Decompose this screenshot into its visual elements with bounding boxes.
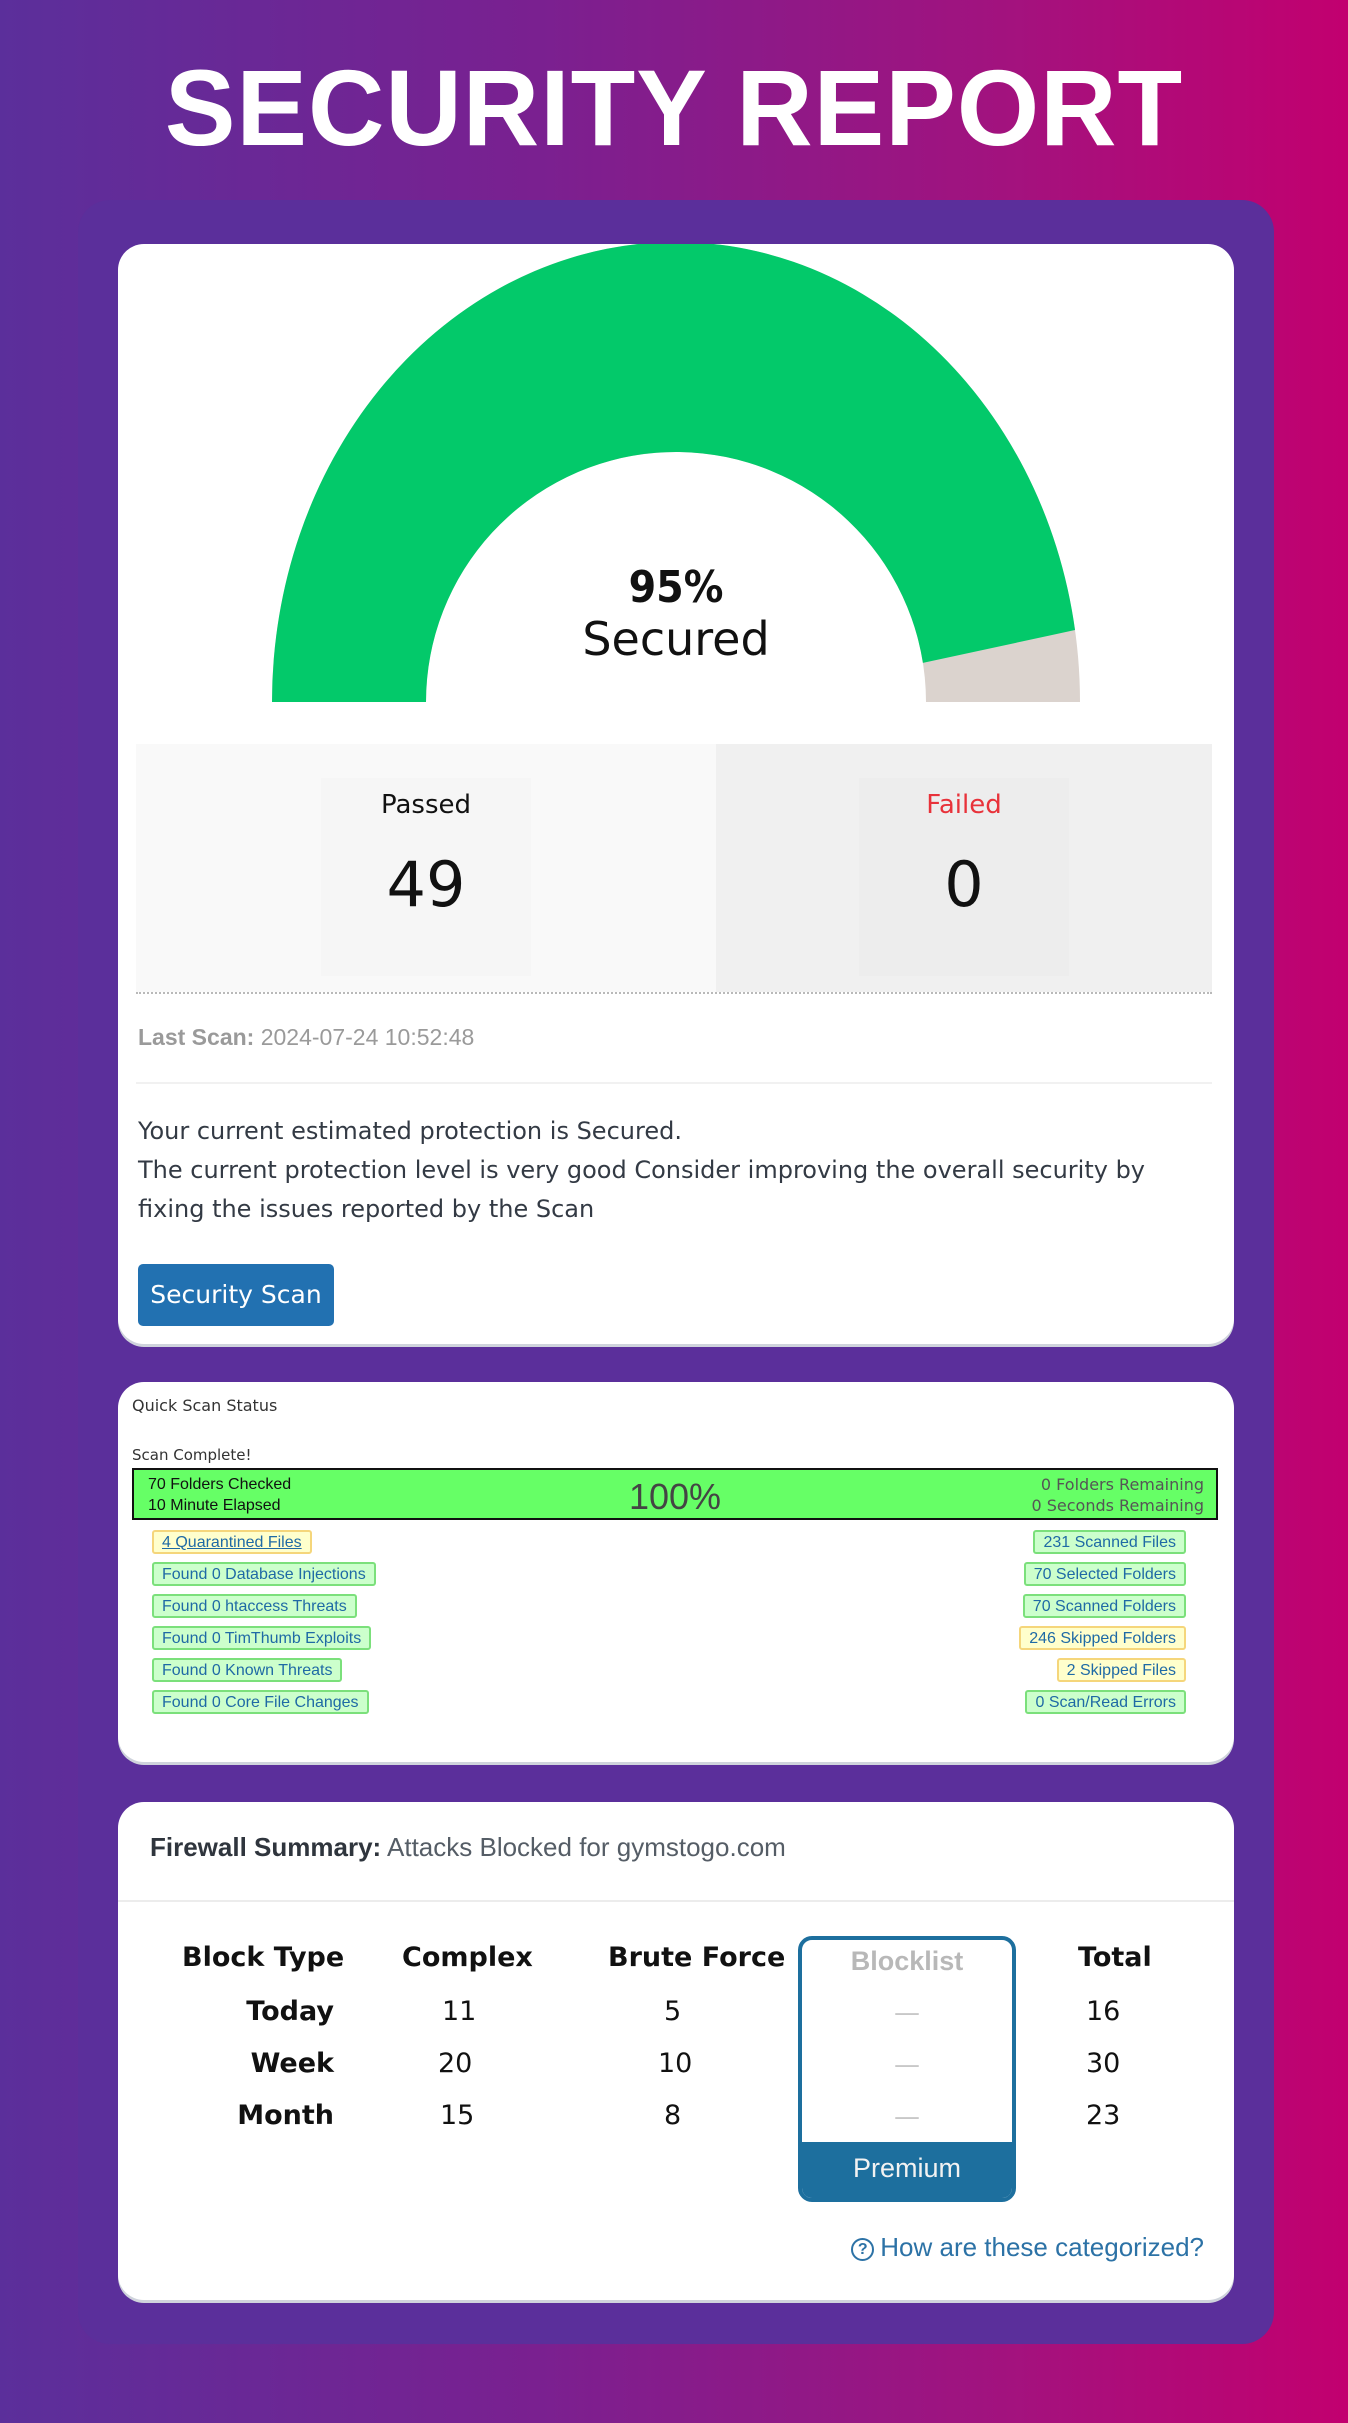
week-total: 30 (1086, 2048, 1121, 2079)
scan-result-badge: 2 Skipped Files (1056, 1658, 1186, 1682)
gauge-status: Secured (582, 612, 770, 666)
scan-result-badge: 70 Selected Folders (1023, 1562, 1186, 1586)
today-brute-force: 5 (664, 1996, 682, 2027)
description-line-2: The current protection level is very goo… (138, 1156, 1146, 1223)
column-header-total: Total (1078, 1942, 1152, 1973)
blocklist-premium-column: Blocklist — — — Premium (798, 1936, 1016, 2202)
failed-box: Failed 0 (859, 778, 1069, 976)
progress-right-info: 0 Folders Remaining 0 Seconds Remaining (1031, 1474, 1204, 1516)
scan-result-badge: Found 0 htaccess Threats (152, 1594, 357, 1618)
question-circle-icon: ? (851, 2238, 875, 2261)
last-scan-value: 2024-07-24 10:52:48 (260, 1024, 475, 1050)
row-label-today: Today (246, 1996, 334, 2027)
passed-label: Passed (380, 790, 472, 820)
firewall-title: Firewall Summary: Attacks Blocked for gy… (150, 1832, 786, 1863)
today-total: 16 (1086, 1996, 1121, 2027)
today-complex: 11 (442, 1996, 477, 2027)
page-title: SECURITY REPORT (164, 47, 1184, 168)
categorization-help-link[interactable]: ? How are these categorized? (851, 2232, 1204, 2263)
passed-stat: Passed 49 (136, 744, 716, 992)
month-blocklist: — (894, 2102, 920, 2132)
firewall-title-rest: Attacks Blocked for gymstogo.com (387, 1832, 786, 1862)
firewall-title-bold: Firewall Summary: (150, 1832, 382, 1862)
gauge-percent: 95% (628, 562, 724, 613)
scan-result-badge: 246 Skipped Folders (1019, 1626, 1186, 1650)
week-blocklist: — (894, 2050, 920, 2080)
last-scan-label: Last Scan: (138, 1024, 255, 1050)
failed-label: Failed (926, 790, 1002, 820)
column-header-brute-force: Brute Force (608, 1942, 786, 1973)
scan-result-badge: Found 0 Known Threats (152, 1658, 343, 1682)
row-label-month: Month (237, 2100, 334, 2131)
scan-result-badge[interactable]: 4 Quarantined Files (152, 1530, 312, 1554)
scan-result-badge: 0 Scan/Read Errors (1025, 1690, 1186, 1714)
scan-results-right: 231 Scanned Files 70 Selected Folders 70 S… (1019, 1530, 1186, 1714)
quick-scan-card: Quick Scan Status Scan Complete! 70 Fold… (118, 1382, 1234, 1762)
scan-result-badge: 70 Scanned Folders (1022, 1594, 1186, 1618)
folders-remaining: 0 Folders Remaining (1040, 1475, 1204, 1494)
week-brute-force: 10 (658, 2048, 693, 2079)
scan-results-left: 4 Quarantined Files Found 0 Database Inje… (152, 1530, 376, 1714)
divider (136, 1082, 1212, 1084)
quick-scan-title: Quick Scan Status (132, 1396, 278, 1415)
scan-progress-bar: 70 Folders Checked 10 Minute Elapsed 100… (132, 1468, 1218, 1520)
test-stats: Passed 49 Failed 0 (136, 744, 1212, 994)
week-complex: 20 (438, 2048, 473, 2079)
passed-value: 49 (386, 848, 466, 921)
protection-description: Your current estimated protection is Sec… (138, 1112, 1208, 1229)
premium-button[interactable]: Premium (802, 2142, 1012, 2198)
column-header-blocklist: Blocklist (850, 1946, 964, 1976)
month-complex: 15 (440, 2100, 475, 2131)
scan-result-badge: Found 0 TimThumb Exploits (152, 1626, 372, 1650)
passed-box: Passed 49 (321, 778, 531, 976)
scan-result-badge: Found 0 Database Injections (152, 1562, 376, 1586)
failed-stat: Failed 0 (716, 744, 1212, 992)
column-header-block-type: Block Type (182, 1942, 345, 1973)
help-link-text: How are these categorized? (880, 2232, 1204, 2262)
firewall-card: Firewall Summary: Attacks Blocked for gy… (118, 1802, 1234, 2300)
failed-value: 0 (944, 848, 984, 921)
last-scan: Last Scan: 2024-07-24 10:52:48 (138, 1024, 474, 1051)
row-label-week: Week (250, 2048, 334, 2079)
scan-status: Scan Complete! (132, 1446, 252, 1464)
month-total: 23 (1086, 2100, 1121, 2131)
protection-card: 95% Secured Passed 49 Failed 0 Last Scan… (118, 242, 1234, 1344)
security-scan-button[interactable]: Security Scan (138, 1264, 334, 1326)
divider (118, 1900, 1234, 1902)
today-blocklist: — (894, 1998, 920, 2028)
month-brute-force: 8 (664, 2100, 682, 2131)
scan-result-badge: 231 Scanned Files (1033, 1530, 1186, 1554)
column-header-complex: Complex (402, 1942, 533, 1973)
seconds-remaining: 0 Seconds Remaining (1031, 1496, 1204, 1515)
description-line-1: Your current estimated protection is Sec… (138, 1117, 682, 1145)
scan-result-badge: Found 0 Core File Changes (152, 1690, 369, 1714)
